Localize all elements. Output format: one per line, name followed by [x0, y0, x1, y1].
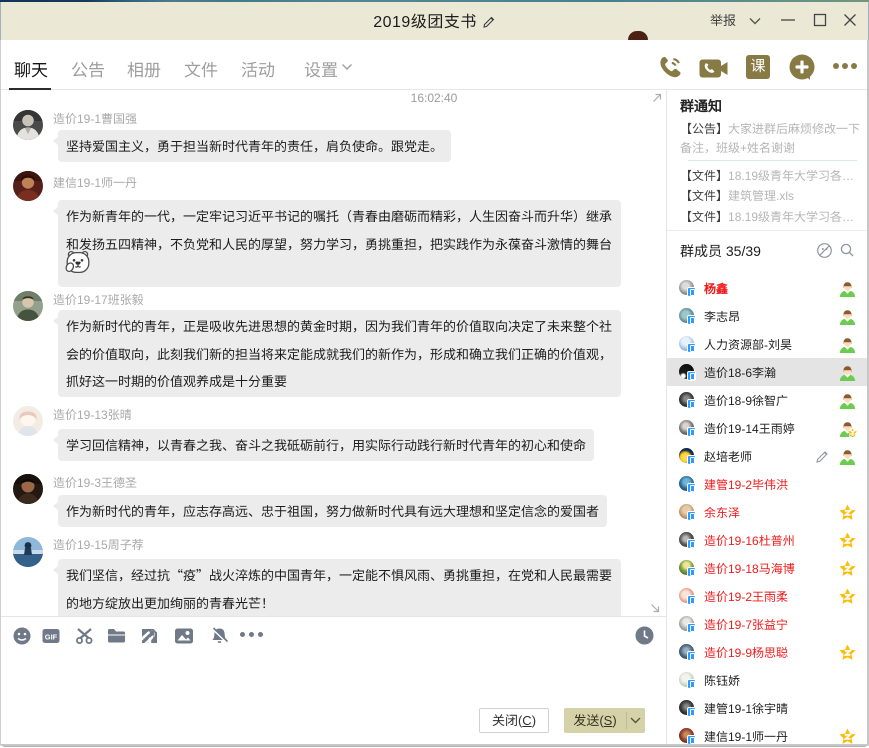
svg-text:GIF: GIF — [45, 633, 58, 642]
